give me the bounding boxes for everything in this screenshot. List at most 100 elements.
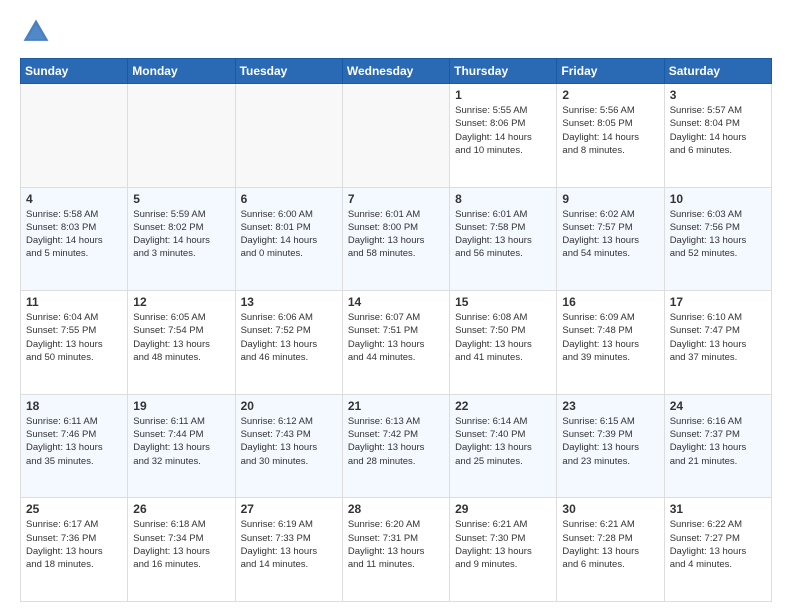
day-info: Sunrise: 6:14 AM Sunset: 7:40 PM Dayligh… [455,415,551,468]
calendar-cell: 25 Sunrise: 6:17 AM Sunset: 7:36 PM Dayli… [21,498,128,602]
day-info: Sunrise: 6:19 AM Sunset: 7:33 PM Dayligh… [241,518,337,571]
calendar-cell: 5Sunrise: 5:59 AM Sunset: 8:02 PM Daylig… [128,187,235,291]
calendar-week-1: 1Sunrise: 5:55 AM Sunset: 8:06 PM Daylig… [21,84,772,188]
day-number: 4 [26,192,122,206]
calendar-cell: 2Sunrise: 5:56 AM Sunset: 8:05 PM Daylig… [557,84,664,188]
calendar-cell: 20 Sunrise: 6:12 AM Sunset: 7:43 PM Dayli… [235,394,342,498]
day-info: Sunrise: 6:21 AM Sunset: 7:28 PM Dayligh… [562,518,658,571]
calendar-cell: 27 Sunrise: 6:19 AM Sunset: 7:33 PM Dayli… [235,498,342,602]
day-info: Sunrise: 5:57 AM Sunset: 8:04 PM Dayligh… [670,104,766,157]
calendar-cell: 23Sunrise: 6:15 AM Sunset: 7:39 PM Dayli… [557,394,664,498]
weekday-header-thursday: Thursday [450,59,557,84]
calendar-cell: 8Sunrise: 6:01 AM Sunset: 7:58 PM Daylig… [450,187,557,291]
calendar-cell [128,84,235,188]
page: SundayMondayTuesdayWednesdayThursdayFrid… [0,0,792,612]
day-info: Sunrise: 6:09 AM Sunset: 7:48 PM Dayligh… [562,311,658,364]
day-number: 22 [455,399,551,413]
logo [20,16,56,48]
day-number: 19 [133,399,229,413]
logo-icon [20,16,52,48]
calendar-cell: 7 Sunrise: 6:01 AM Sunset: 8:00 PM Daylig… [342,187,449,291]
day-number: 18 [26,399,122,413]
calendar-cell [21,84,128,188]
day-info: Sunrise: 5:58 AM Sunset: 8:03 PM Dayligh… [26,208,122,261]
day-number: 17 [670,295,766,309]
day-info: Sunrise: 6:01 AM Sunset: 8:00 PM Dayligh… [348,208,444,261]
day-info: Sunrise: 6:12 AM Sunset: 7:43 PM Dayligh… [241,415,337,468]
calendar-cell: 12Sunrise: 6:05 AM Sunset: 7:54 PM Dayli… [128,291,235,395]
day-info: Sunrise: 6:11 AM Sunset: 7:46 PM Dayligh… [26,415,122,468]
day-number: 14 [348,295,444,309]
day-number: 28 [348,502,444,516]
calendar-cell: 26 Sunrise: 6:18 AM Sunset: 7:34 PM Dayli… [128,498,235,602]
day-number: 30 [562,502,658,516]
day-info: Sunrise: 6:07 AM Sunset: 7:51 PM Dayligh… [348,311,444,364]
day-number: 15 [455,295,551,309]
calendar-cell: 1Sunrise: 5:55 AM Sunset: 8:06 PM Daylig… [450,84,557,188]
day-info: Sunrise: 6:18 AM Sunset: 7:34 PM Dayligh… [133,518,229,571]
calendar-week-2: 4 Sunrise: 5:58 AM Sunset: 8:03 PM Daylig… [21,187,772,291]
day-number: 31 [670,502,766,516]
day-number: 8 [455,192,551,206]
day-number: 7 [348,192,444,206]
calendar-cell: 22 Sunrise: 6:14 AM Sunset: 7:40 PM Dayli… [450,394,557,498]
calendar-header-row: SundayMondayTuesdayWednesdayThursdayFrid… [21,59,772,84]
day-number: 2 [562,88,658,102]
day-info: Sunrise: 6:22 AM Sunset: 7:27 PM Dayligh… [670,518,766,571]
calendar-table: SundayMondayTuesdayWednesdayThursdayFrid… [20,58,772,602]
day-number: 21 [348,399,444,413]
day-info: Sunrise: 6:04 AM Sunset: 7:55 PM Dayligh… [26,311,122,364]
day-info: Sunrise: 6:13 AM Sunset: 7:42 PM Dayligh… [348,415,444,468]
calendar-cell: 9 Sunrise: 6:02 AM Sunset: 7:57 PM Daylig… [557,187,664,291]
day-number: 20 [241,399,337,413]
weekday-header-friday: Friday [557,59,664,84]
day-info: Sunrise: 6:08 AM Sunset: 7:50 PM Dayligh… [455,311,551,364]
day-number: 23 [562,399,658,413]
calendar-cell: 30 Sunrise: 6:21 AM Sunset: 7:28 PM Dayli… [557,498,664,602]
day-number: 29 [455,502,551,516]
day-number: 13 [241,295,337,309]
day-number: 9 [562,192,658,206]
day-info: Sunrise: 6:10 AM Sunset: 7:47 PM Dayligh… [670,311,766,364]
day-info: Sunrise: 6:03 AM Sunset: 7:56 PM Dayligh… [670,208,766,261]
day-number: 16 [562,295,658,309]
day-info: Sunrise: 6:06 AM Sunset: 7:52 PM Dayligh… [241,311,337,364]
day-number: 12 [133,295,229,309]
day-info: Sunrise: 6:11 AM Sunset: 7:44 PM Dayligh… [133,415,229,468]
calendar-cell: 28 Sunrise: 6:20 AM Sunset: 7:31 PM Dayli… [342,498,449,602]
day-info: Sunrise: 5:55 AM Sunset: 8:06 PM Dayligh… [455,104,551,157]
calendar-cell: 4 Sunrise: 5:58 AM Sunset: 8:03 PM Daylig… [21,187,128,291]
calendar-cell: 29 Sunrise: 6:21 AM Sunset: 7:30 PM Dayli… [450,498,557,602]
calendar-cell: 21 Sunrise: 6:13 AM Sunset: 7:42 PM Dayli… [342,394,449,498]
calendar-cell [235,84,342,188]
calendar-cell: 16 Sunrise: 6:09 AM Sunset: 7:48 PM Dayli… [557,291,664,395]
weekday-header-tuesday: Tuesday [235,59,342,84]
calendar-cell: 6Sunrise: 6:00 AM Sunset: 8:01 PM Daylig… [235,187,342,291]
day-number: 27 [241,502,337,516]
calendar-cell: 24 Sunrise: 6:16 AM Sunset: 7:37 PM Dayli… [664,394,771,498]
day-number: 6 [241,192,337,206]
calendar-week-5: 25 Sunrise: 6:17 AM Sunset: 7:36 PM Dayli… [21,498,772,602]
calendar-cell: 19 Sunrise: 6:11 AM Sunset: 7:44 PM Dayli… [128,394,235,498]
calendar-cell: 11Sunrise: 6:04 AM Sunset: 7:55 PM Dayli… [21,291,128,395]
calendar-cell: 10 Sunrise: 6:03 AM Sunset: 7:56 PM Dayli… [664,187,771,291]
day-info: Sunrise: 6:16 AM Sunset: 7:37 PM Dayligh… [670,415,766,468]
day-number: 25 [26,502,122,516]
day-number: 26 [133,502,229,516]
weekday-header-sunday: Sunday [21,59,128,84]
calendar-week-4: 18 Sunrise: 6:11 AM Sunset: 7:46 PM Dayli… [21,394,772,498]
weekday-header-saturday: Saturday [664,59,771,84]
calendar-week-3: 11Sunrise: 6:04 AM Sunset: 7:55 PM Dayli… [21,291,772,395]
weekday-header-wednesday: Wednesday [342,59,449,84]
calendar-cell: 14 Sunrise: 6:07 AM Sunset: 7:51 PM Dayli… [342,291,449,395]
day-info: Sunrise: 6:21 AM Sunset: 7:30 PM Dayligh… [455,518,551,571]
day-number: 3 [670,88,766,102]
calendar-cell [342,84,449,188]
day-number: 10 [670,192,766,206]
day-number: 24 [670,399,766,413]
day-info: Sunrise: 6:17 AM Sunset: 7:36 PM Dayligh… [26,518,122,571]
calendar-cell: 15 Sunrise: 6:08 AM Sunset: 7:50 PM Dayli… [450,291,557,395]
day-info: Sunrise: 6:20 AM Sunset: 7:31 PM Dayligh… [348,518,444,571]
calendar-cell: 3 Sunrise: 5:57 AM Sunset: 8:04 PM Daylig… [664,84,771,188]
day-info: Sunrise: 6:02 AM Sunset: 7:57 PM Dayligh… [562,208,658,261]
